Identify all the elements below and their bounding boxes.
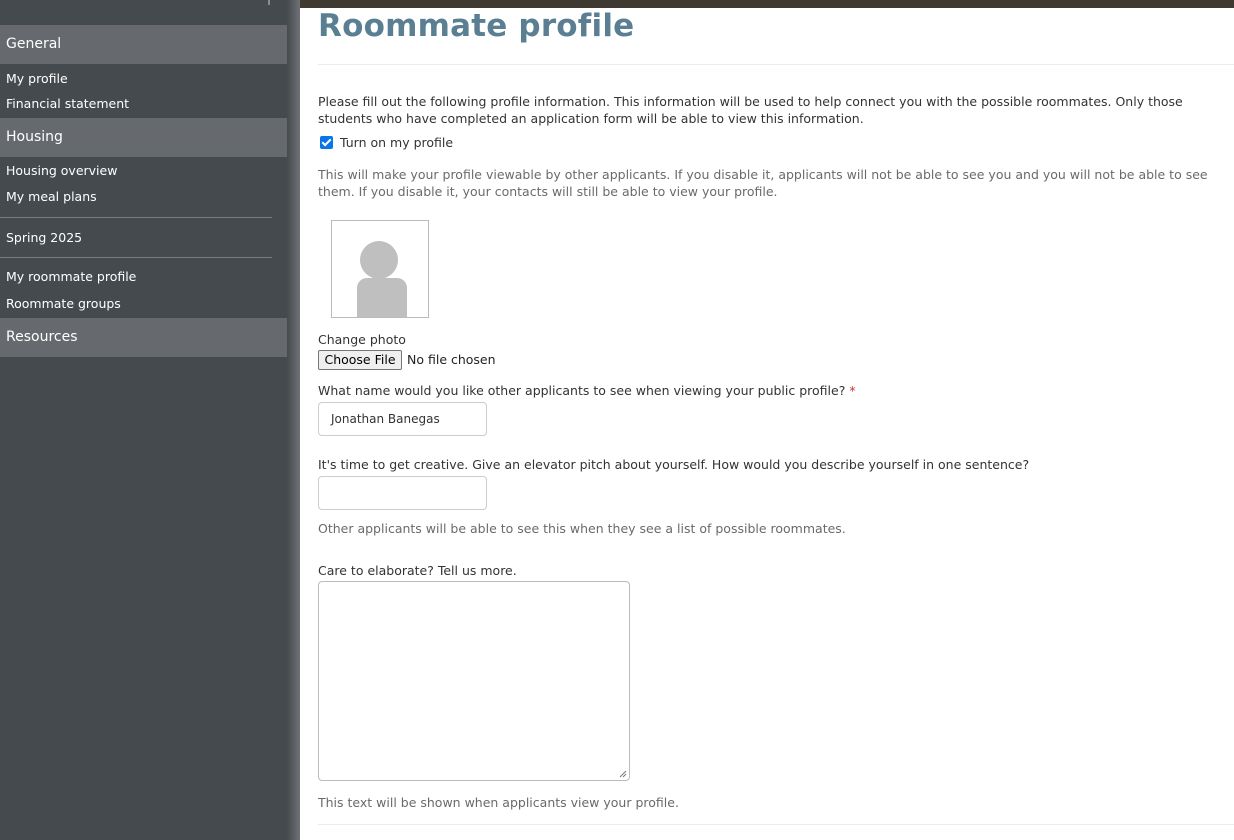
sidebar-section-resources[interactable]: Resources [0,318,300,357]
sidebar-item-housing-overview[interactable]: Housing overview [6,163,117,179]
page-title: Roommate profile [318,8,635,44]
profile-toggle-label: Turn on my profile [340,135,454,150]
elevator-pitch-input[interactable] [318,476,487,510]
profile-toggle[interactable]: Turn on my profile [320,135,453,150]
sidebar-item-financial-statement[interactable]: Financial statement [6,96,129,112]
elaborate-label: Care to elaborate? Tell us more. [318,563,517,578]
sidebar-item-my-meal-plans[interactable]: My meal plans [6,189,97,205]
profile-toggle-checkbox[interactable] [320,136,333,149]
intro-text: Please fill out the following profile in… [318,94,1183,126]
sidebar-tick [268,0,270,5]
sidebar-term-label[interactable]: Spring 2025 [6,230,82,246]
elaborate-textarea[interactable] [318,581,630,781]
pitch-help-text: Other applicants will be able to see thi… [318,521,846,536]
sidebar-item-my-roommate-profile[interactable]: My roommate profile [6,269,136,285]
public-name-input[interactable]: Jonathan Banegas [318,402,487,436]
sidebar-edge-shadow [287,0,300,840]
file-status-text: No file chosen [407,352,496,367]
pitch-question-label: It's time to get creative. Give an eleva… [318,457,1030,472]
avatar-placeholder-head [360,241,398,279]
profile-photo [331,220,429,318]
top-strip [300,0,1234,8]
sidebar-section-housing[interactable]: Housing [0,118,300,157]
avatar-placeholder-body [357,278,407,317]
sidebar-item-roommate-groups[interactable]: Roommate groups [6,296,121,312]
elaborate-help-text: This text will be shown when applicants … [318,795,679,810]
change-photo-label: Change photo [318,332,406,347]
sidebar-divider [0,217,272,218]
sidebar-item-my-profile[interactable]: My profile [6,71,68,87]
name-question-text: What name would you like other applicant… [318,383,846,398]
title-divider [318,64,1234,65]
sidebar-section-general[interactable]: General [0,25,300,64]
resize-grip-icon[interactable] [619,770,627,778]
sidebar-divider [0,257,272,258]
choose-file-button[interactable]: Choose File [318,350,402,370]
toggle-help-text: This will make your profile viewable by … [318,167,1208,199]
footer-divider [318,824,1234,825]
name-question-label: What name would you like other applicant… [318,382,1234,399]
sidebar: General My profile Financial statement H… [0,0,300,840]
required-marker: * [849,383,856,398]
